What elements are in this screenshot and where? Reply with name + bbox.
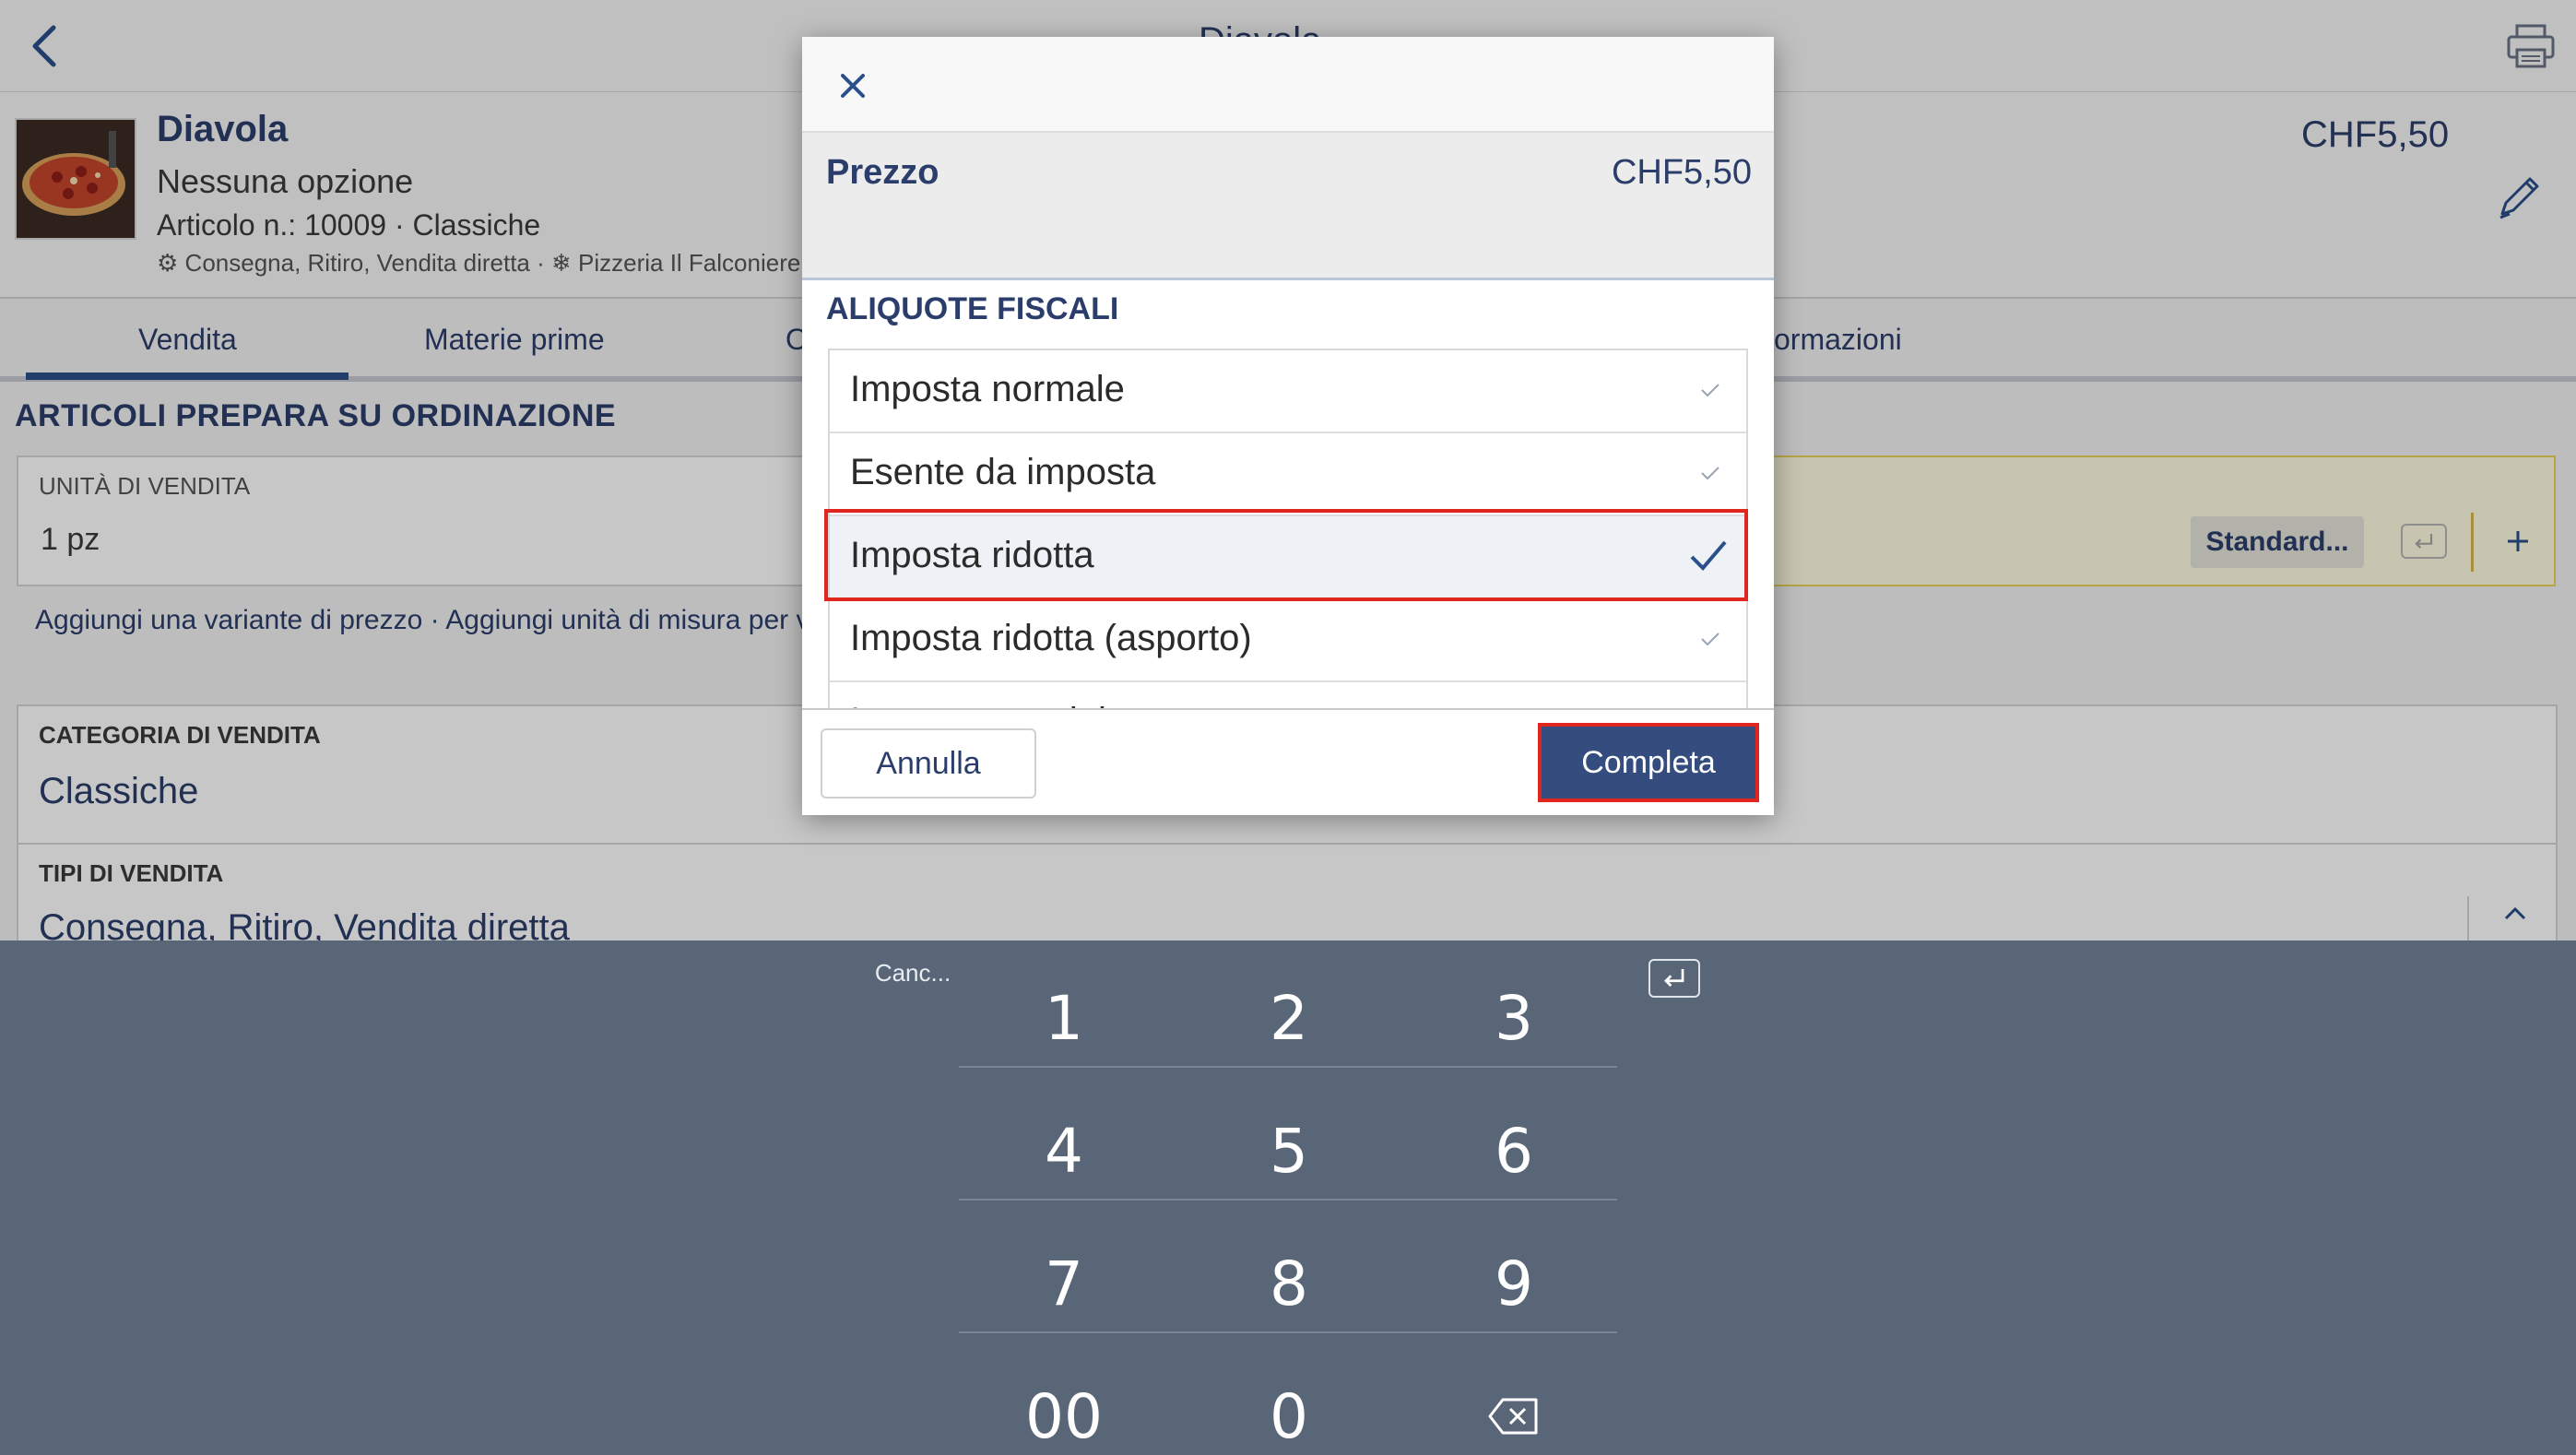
selection-highlight [824,509,1748,601]
divider [802,708,1774,710]
tax-rates-heading: ALIQUOTE FISCALI [826,291,1119,326]
check-icon [1701,467,1719,480]
dialog-header [802,37,1774,133]
close-icon[interactable] [828,61,878,111]
divider [959,1066,1617,1068]
key-7[interactable]: 7 [951,1217,1176,1350]
key-3[interactable]: 3 [1401,952,1626,1084]
key-2[interactable]: 2 [1176,952,1401,1084]
numeric-keypad: 1 2 3 4 5 6 7 8 9 00 0 [0,940,2576,1455]
key-4[interactable]: 4 [951,1084,1176,1217]
tax-rate-option[interactable]: Imposta speciale [830,682,1746,708]
key-8[interactable]: 8 [1176,1217,1401,1350]
clear-key[interactable]: Canc... [830,959,996,988]
key-0[interactable]: 0 [1176,1350,1401,1455]
key-5[interactable]: 5 [1176,1084,1401,1217]
check-icon [1701,384,1719,397]
tax-rate-label: Imposta speciale [850,701,1127,708]
tax-rate-option[interactable]: Esente da imposta [830,433,1746,516]
tax-rate-label: Imposta ridotta (asporto) [850,618,1252,658]
key-9[interactable]: 9 [1401,1217,1626,1350]
price-label: Prezzo [826,153,939,192]
cancel-button[interactable]: Annulla [821,728,1036,798]
check-icon [1701,633,1719,646]
tax-rate-option[interactable]: Imposta normale [830,350,1746,433]
key-6[interactable]: 6 [1401,1084,1626,1217]
backspace-icon[interactable] [1486,1396,1540,1437]
complete-button[interactable]: Completa [1538,723,1759,802]
tax-rate-option[interactable]: Imposta ridotta (asporto) [830,599,1746,682]
tax-rate-label: Imposta normale [850,369,1125,409]
divider [959,1331,1617,1333]
key-00[interactable]: 00 [951,1350,1176,1455]
enter-key-icon[interactable] [1648,959,1700,998]
divider [959,1199,1617,1201]
price-value: CHF5,50 [1611,153,1752,192]
tax-rate-label: Esente da imposta [850,452,1156,492]
